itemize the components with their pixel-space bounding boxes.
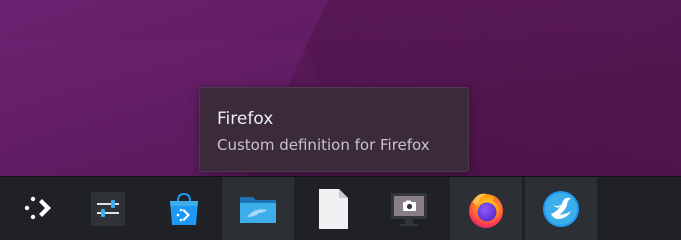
discover-task[interactable] [148,177,220,240]
application-launcher-button[interactable] [2,177,74,240]
document-task[interactable] [297,177,369,240]
dolphin-file-manager-icon [240,197,276,223]
firefox-task[interactable] [450,177,522,240]
task-tooltip: Firefox Custom definition for Firefox [199,87,469,172]
system-settings-task[interactable] [72,177,144,240]
kde-app-icon [543,191,579,227]
kde-app-task[interactable] [525,177,597,240]
spectacle-screenshot-icon [391,193,427,226]
tooltip-title: Firefox [217,109,274,129]
text-document-icon [319,189,348,229]
application-launcher-icon [24,196,51,220]
system-settings-icon [91,192,125,226]
dolphin-task[interactable] [222,177,294,240]
firefox-icon [469,193,503,228]
spectacle-task[interactable] [373,177,445,240]
taskbar-panel [0,176,681,240]
tooltip-subtitle: Custom definition for Firefox [217,136,430,154]
discover-store-icon [170,192,198,225]
